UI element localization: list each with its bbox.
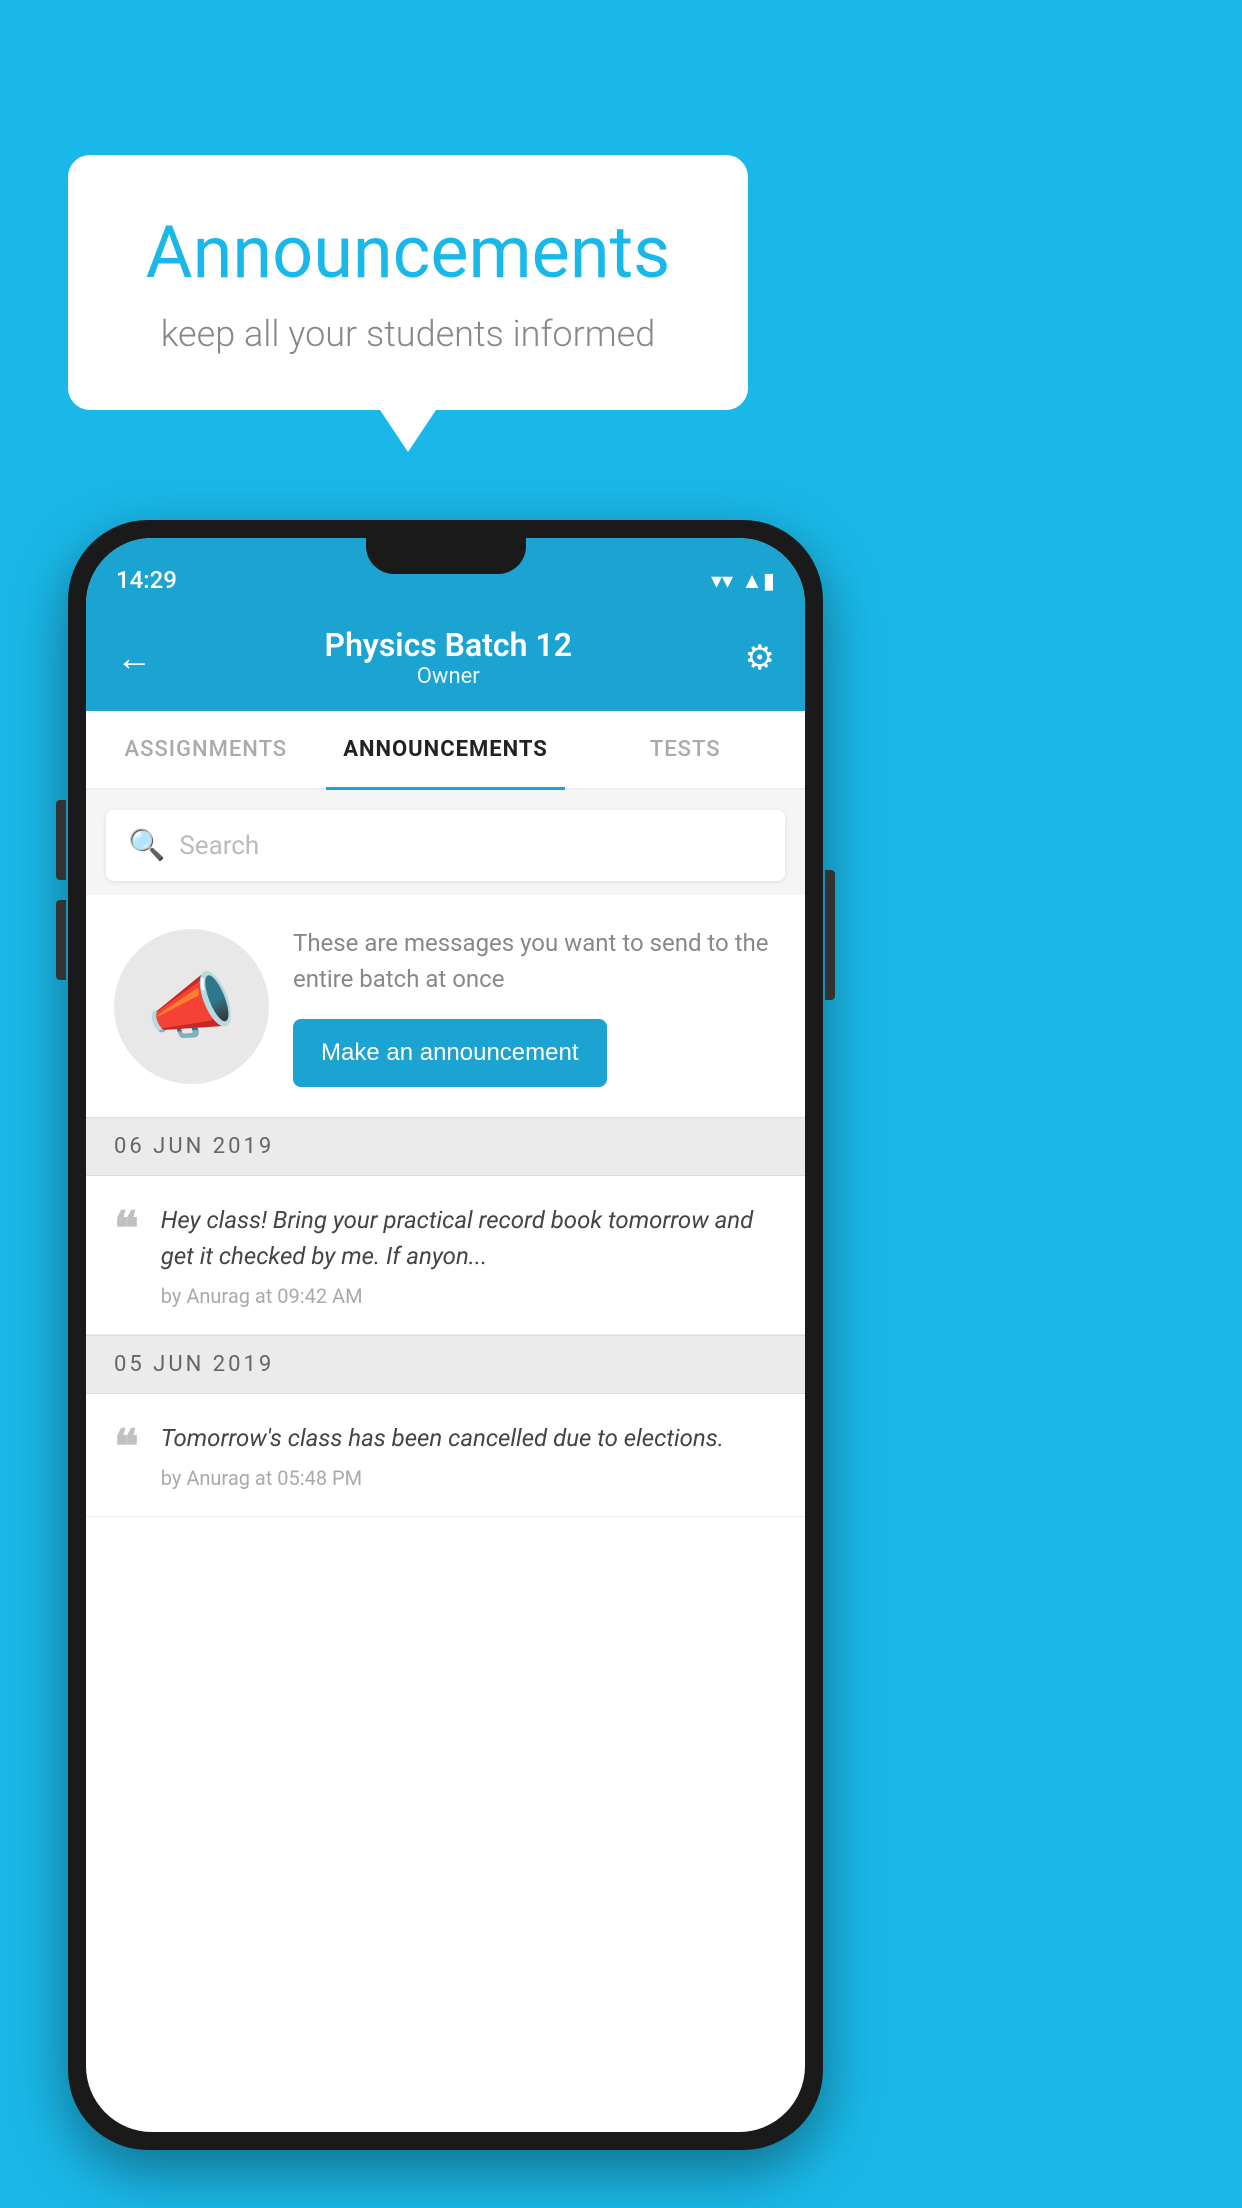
tabs-bar: ASSIGNMENTS ANNOUNCEMENTS TESTS bbox=[86, 711, 805, 790]
settings-gear-icon[interactable]: ⚙ bbox=[745, 638, 775, 678]
app-header: ← Physics Batch 12 Owner ⚙ bbox=[86, 608, 805, 711]
power-button[interactable] bbox=[825, 870, 835, 1000]
volume-down-button[interactable] bbox=[56, 900, 66, 980]
content-area: 🔍 Search 📣 These are messages you want t… bbox=[86, 790, 805, 1517]
search-placeholder-text: Search bbox=[179, 831, 259, 861]
announcement-text-2: Tomorrow's class has been cancelled due … bbox=[161, 1420, 777, 1456]
announcement-meta-1: by Anurag at 09:42 AM bbox=[161, 1284, 777, 1308]
announcement-meta-2: by Anurag at 05:48 PM bbox=[161, 1466, 777, 1490]
status-icons: ▾▾ ▲▮ bbox=[711, 568, 775, 594]
tab-announcements[interactable]: ANNOUNCEMENTS bbox=[326, 711, 566, 788]
speech-bubble: Announcements keep all your students inf… bbox=[68, 155, 748, 410]
promo-section: 📣 These are messages you want to send to… bbox=[86, 895, 805, 1117]
announcement-content-2: Tomorrow's class has been cancelled due … bbox=[161, 1420, 777, 1490]
status-time: 14:29 bbox=[116, 566, 177, 594]
announcement-text-1: Hey class! Bring your practical record b… bbox=[161, 1202, 777, 1274]
announcement-item-1[interactable]: ❝ Hey class! Bring your practical record… bbox=[86, 1176, 805, 1335]
promo-right: These are messages you want to send to t… bbox=[293, 925, 777, 1087]
bubble-subtitle: keep all your students informed bbox=[128, 313, 688, 355]
phone-screen: 14:29 ▾▾ ▲▮ ← Physics Batch 12 Owner ⚙ A… bbox=[86, 538, 805, 2132]
search-bar[interactable]: 🔍 Search bbox=[106, 810, 785, 881]
promo-description: These are messages you want to send to t… bbox=[293, 925, 777, 997]
tab-tests[interactable]: TESTS bbox=[565, 711, 805, 788]
tab-assignments[interactable]: ASSIGNMENTS bbox=[86, 711, 326, 788]
announcement-content-1: Hey class! Bring your practical record b… bbox=[161, 1202, 777, 1308]
search-icon: 🔍 bbox=[128, 828, 165, 863]
wifi-icon: ▾▾ bbox=[711, 569, 733, 594]
phone-frame: 14:29 ▾▾ ▲▮ ← Physics Batch 12 Owner ⚙ A… bbox=[68, 520, 823, 2150]
date-separator-1: 06 JUN 2019 bbox=[86, 1117, 805, 1176]
bubble-title: Announcements bbox=[128, 210, 688, 295]
header-center: Physics Batch 12 Owner bbox=[325, 626, 572, 689]
announcement-item-2[interactable]: ❝ Tomorrow's class has been cancelled du… bbox=[86, 1394, 805, 1517]
signal-icon: ▲▮ bbox=[741, 568, 775, 594]
make-announcement-button[interactable]: Make an announcement bbox=[293, 1019, 607, 1087]
speech-bubble-container: Announcements keep all your students inf… bbox=[68, 155, 748, 410]
megaphone-icon: 📣 bbox=[147, 964, 237, 1049]
quote-icon-1: ❝ bbox=[114, 1206, 139, 1252]
back-button[interactable]: ← bbox=[116, 637, 152, 679]
volume-up-button[interactable] bbox=[56, 800, 66, 880]
announcement-promo-icon: 📣 bbox=[114, 929, 269, 1084]
header-title: Physics Batch 12 bbox=[325, 626, 572, 664]
quote-icon-2: ❝ bbox=[114, 1424, 139, 1470]
phone-notch bbox=[366, 538, 526, 574]
header-subtitle: Owner bbox=[325, 664, 572, 689]
date-separator-2: 05 JUN 2019 bbox=[86, 1335, 805, 1394]
